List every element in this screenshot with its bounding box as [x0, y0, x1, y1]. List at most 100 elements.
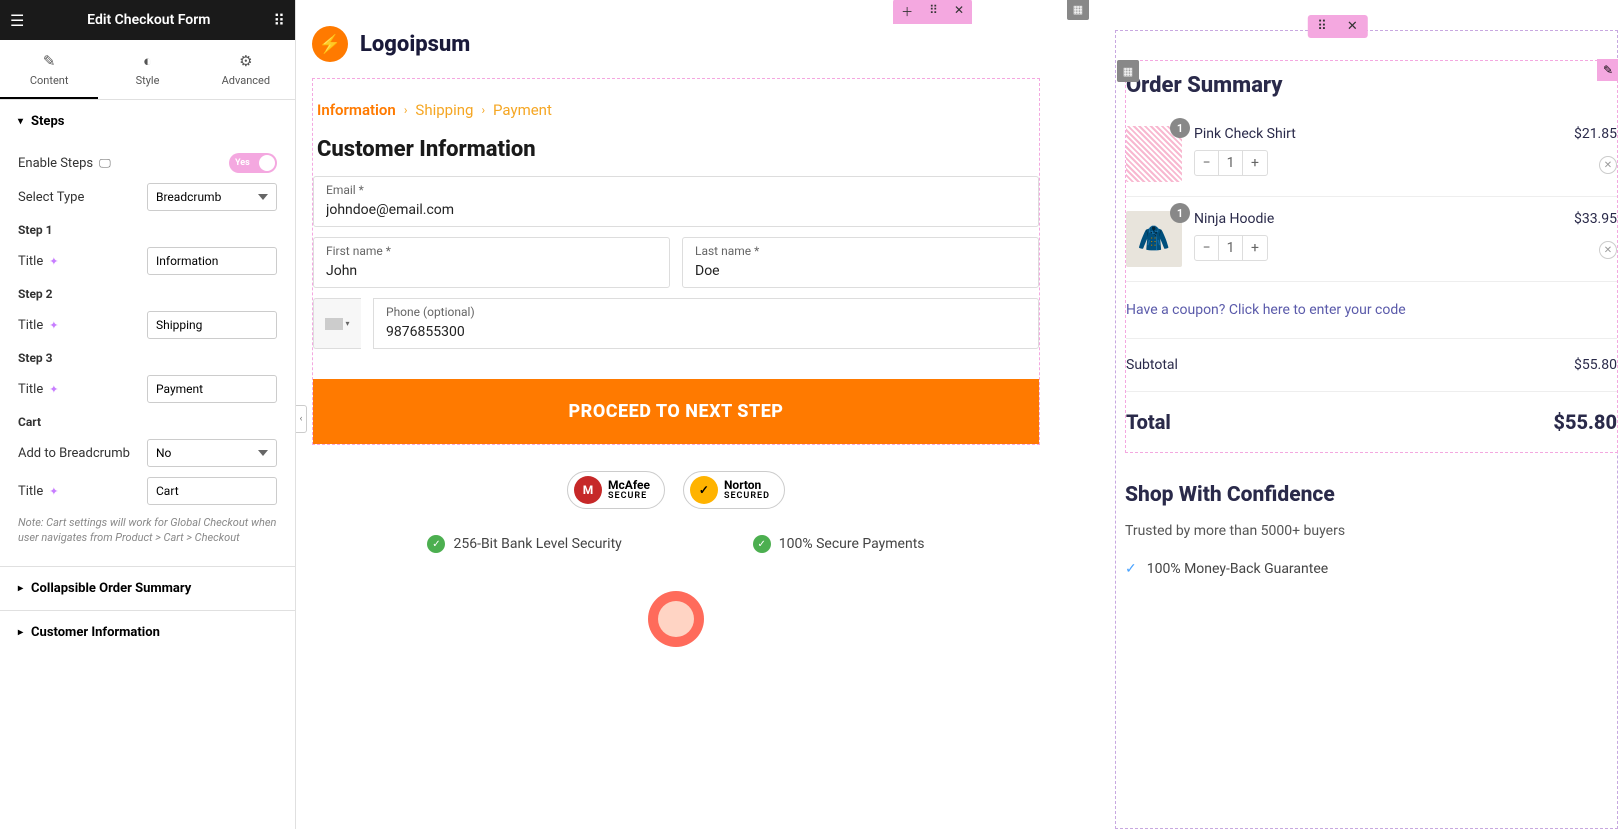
qty-decrease-button[interactable]: −	[1195, 151, 1219, 175]
crumb-shipping[interactable]: Shipping	[415, 101, 473, 119]
customer-info-heading: Customer Information	[313, 137, 1039, 176]
country-code-selector[interactable]: ▾	[313, 298, 361, 349]
product-price: $21.85	[1574, 126, 1617, 142]
last-name-field[interactable]: Last name *	[682, 237, 1039, 288]
coupon-link[interactable]: Have a coupon? Click here to enter your …	[1126, 282, 1617, 339]
step2-heading: Step 2	[18, 287, 277, 301]
total-row: Total$55.80	[1126, 391, 1617, 452]
checkout-form-widget[interactable]: Information › Shipping › Payment Custome…	[312, 78, 1040, 445]
product-name: Ninja Hoodie	[1194, 211, 1562, 227]
qty-badge: 1	[1170, 203, 1190, 223]
qty-increase-button[interactable]: +	[1243, 151, 1267, 175]
tab-advanced[interactable]: ⚙Advanced	[197, 40, 295, 99]
step1-title-label: Title ✦	[18, 254, 58, 269]
first-name-label: First name *	[326, 244, 657, 258]
section-handle: ⠿ ✕	[1307, 15, 1367, 38]
column-handle[interactable]: ▦	[1067, 0, 1089, 20]
close-widget-icon[interactable]: ✕	[946, 0, 972, 24]
last-name-input[interactable]	[695, 263, 1026, 279]
mcafee-badge: M McAfeeSECURE	[567, 471, 665, 509]
caret-down-icon: ▾	[345, 319, 349, 328]
step1-title-input[interactable]	[147, 247, 277, 275]
proceed-button[interactable]: PROCEED TO NEXT STEP	[313, 379, 1039, 444]
ai-spark-icon: ✦	[49, 255, 58, 268]
collapse-sidebar-handle[interactable]: ‹	[296, 405, 307, 433]
qty-increase-button[interactable]: +	[1243, 236, 1267, 260]
main-column: ＋ ⠿ ✕ ⚡ Logoipsum Information › Shipping…	[296, 0, 1056, 829]
pencil-icon: ✎	[0, 52, 98, 70]
close-section-icon[interactable]: ✕	[1337, 15, 1368, 38]
order-summary-widget[interactable]: ✎ Order Summary 1 Pink Check Shirt − 1 +…	[1125, 60, 1618, 453]
mcafee-shield-icon: M	[574, 476, 602, 504]
subtotal-row: Subtotal$55.80	[1126, 339, 1617, 391]
cart-item: 1 Pink Check Shirt − 1 + $21.85 ✕	[1126, 112, 1617, 197]
step3-title-label: Title ✦	[18, 382, 58, 397]
remove-item-button[interactable]: ✕	[1599, 156, 1617, 174]
contrast-icon: ◐	[98, 52, 196, 70]
email-label: Email *	[326, 183, 1026, 197]
brand-text: Logoipsum	[360, 32, 470, 57]
testimonial-avatar	[648, 591, 704, 647]
steps-body: Enable Steps 🖵 Yes Select Type Breadcrum…	[0, 139, 295, 566]
apps-grid-icon[interactable]: ⠿	[273, 11, 285, 30]
trust-item-payments: ✓100% Secure Payments	[753, 535, 925, 553]
email-field[interactable]: Email *	[313, 176, 1039, 227]
step3-title-input[interactable]	[147, 375, 277, 403]
first-name-input[interactable]	[326, 263, 657, 279]
fields: Email * First name * Last name *	[313, 176, 1039, 349]
right-inner: ✎ Order Summary 1 Pink Check Shirt − 1 +…	[1057, 60, 1618, 577]
drag-widget-icon[interactable]: ⠿	[921, 0, 946, 24]
phone-field[interactable]: Phone (optional)	[373, 298, 1039, 349]
norton-badge: ✓ NortonSECURED	[683, 471, 785, 509]
caret-right-icon: ▸	[18, 627, 23, 638]
check-circle-icon: ✓	[427, 535, 445, 553]
cart-note: Note: Cart settings will work for Global…	[18, 515, 277, 546]
norton-shield-icon: ✓	[690, 476, 718, 504]
check-icon: ✓	[1125, 561, 1137, 577]
select-type-dropdown[interactable]: Breadcrumb	[147, 183, 277, 211]
email-input[interactable]	[326, 202, 1026, 218]
add-widget-icon[interactable]: ＋	[893, 0, 921, 24]
crumb-payment[interactable]: Payment	[493, 101, 552, 119]
tab-content[interactable]: ✎Content	[0, 40, 98, 99]
qty-control: − 1 +	[1194, 150, 1268, 176]
phone-input[interactable]	[386, 324, 1026, 340]
column-handle[interactable]: ▦	[1117, 60, 1139, 82]
caret-right-icon: ▸	[18, 583, 23, 594]
desktop-icon: 🖵	[99, 156, 111, 171]
enable-steps-toggle[interactable]: Yes	[229, 153, 277, 173]
qty-badge: 1	[1170, 118, 1190, 138]
check-circle-icon: ✓	[753, 535, 771, 553]
caret-down-icon: ▾	[18, 116, 23, 127]
product-name: Pink Check Shirt	[1194, 126, 1562, 142]
ai-spark-icon: ✦	[49, 319, 58, 332]
section-collapsible-summary[interactable]: ▸Collapsible Order Summary	[0, 566, 295, 610]
sidebar-title: Edit Checkout Form	[24, 12, 273, 28]
step2-title-input[interactable]	[147, 311, 277, 339]
flag-icon	[325, 318, 343, 330]
checkout-breadcrumbs: Information › Shipping › Payment	[313, 101, 1039, 137]
product-thumbnail: 1	[1126, 126, 1182, 182]
cart-title-label: Title ✦	[18, 484, 58, 499]
edit-widget-icon[interactable]: ✎	[1597, 59, 1618, 81]
qty-value: 1	[1219, 151, 1243, 175]
cart-title-input[interactable]	[147, 477, 277, 505]
confidence-item: ✓100% Money-Back Guarantee	[1125, 561, 1618, 577]
crumb-information[interactable]: Information	[317, 101, 396, 119]
section-steps[interactable]: ▾Steps	[0, 100, 295, 139]
product-thumbnail: 1🧥	[1126, 211, 1182, 267]
select-type-label: Select Type	[18, 190, 84, 205]
menu-icon[interactable]: ☰	[10, 11, 24, 30]
tab-style[interactable]: ◐Style	[98, 40, 196, 99]
drag-section-icon[interactable]: ⠿	[1307, 15, 1337, 38]
qty-decrease-button[interactable]: −	[1195, 236, 1219, 260]
sidebar-tabs: ✎Content ◐Style ⚙Advanced	[0, 40, 295, 100]
first-name-field[interactable]: First name *	[313, 237, 670, 288]
editor-sidebar: ☰ Edit Checkout Form ⠿ ✎Content ◐Style ⚙…	[0, 0, 296, 829]
qty-control: − 1 +	[1194, 235, 1268, 261]
ai-spark-icon: ✦	[49, 383, 58, 396]
remove-item-button[interactable]: ✕	[1599, 241, 1617, 259]
add-breadcrumb-dropdown[interactable]: No	[147, 439, 277, 467]
section-customer-info[interactable]: ▸Customer Information	[0, 610, 295, 654]
last-name-label: Last name *	[695, 244, 1026, 258]
